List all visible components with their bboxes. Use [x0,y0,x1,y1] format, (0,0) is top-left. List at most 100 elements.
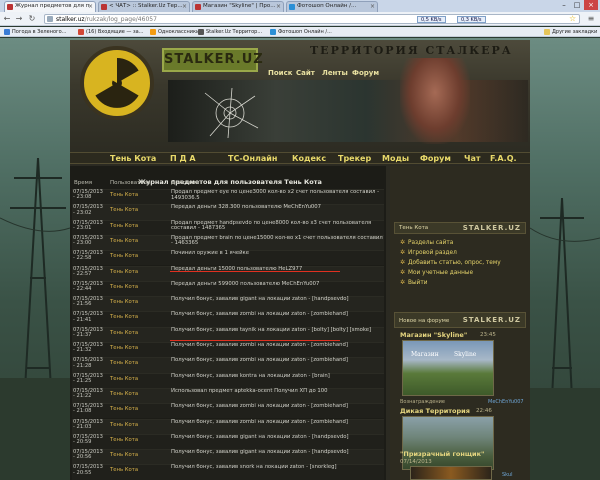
bookmark-inbox[interactable]: (16) Входящие — за... [78,28,143,36]
nav-profile[interactable]: Тень Кота [110,154,156,163]
table-row: 07/15/2013- 21:22 Тень Кота Использовал пр… [72,387,384,404]
row-user-link[interactable]: Тень Кота [110,269,138,275]
nav-mods[interactable]: Моды [382,154,409,163]
other-bookmarks[interactable]: Другие закладки [544,28,597,36]
minimize-window-icon[interactable]: – [558,0,570,10]
bookmark-photoshop[interactable]: Фотошоп Онлайн /... [270,28,332,36]
top-menu-feeds[interactable]: Ленты [322,69,348,77]
tab-title: Фотошоп Онлайн /... [297,3,357,9]
row-action: Получил бонус, завалив kontra на локации… [171,372,330,379]
row-user-link[interactable]: Тень Кота [110,437,138,443]
row-user-link[interactable]: Тень Кота [110,467,138,473]
sidebar-link-game[interactable]: ✲ Игровой раздел [400,249,457,256]
row-user-link[interactable]: Тень Кота [110,345,138,351]
topic-title[interactable]: Дикая Территория [400,407,470,415]
topic-title[interactable]: Магазин "Skyline" [400,331,467,339]
browser-tab-active[interactable]: Журнал предметов для п × [4,1,96,12]
maximize-window-icon[interactable]: □ [571,0,583,10]
nav-forum[interactable]: Форум [420,154,451,163]
row-time: - 21:03 [73,423,92,430]
row-action: Получил бонус, завалив taynik на локации… [171,326,372,333]
menu-wrench-icon[interactable]: ≡ [586,14,596,24]
user-box-title: Тень Кота [399,225,429,231]
row-user-link[interactable]: Тень Кота [110,406,138,412]
news-box-title: Новое на форуме [399,318,450,324]
nav-faq[interactable]: F.A.Q. [490,154,517,163]
row-user-link[interactable]: Тень Кота [110,314,138,320]
close-tab-icon[interactable]: × [88,2,93,11]
row-user-link[interactable]: Тень Кота [110,360,138,366]
close-tab-icon[interactable]: × [370,2,375,11]
browser-tab[interactable]: Магазин "Skyline" | Про... × [192,1,284,12]
row-timestamp: 07/15/2013- 22:44 [73,281,107,292]
column-header-action: Действие [171,180,199,186]
row-time: - 21:37 [73,331,92,338]
top-menu-forum[interactable]: Форум [352,69,379,77]
close-tab-icon[interactable]: × [182,2,187,11]
sidebar-link-add[interactable]: ✲ Добавить статью, опрос, тему [400,259,501,266]
browser-tab[interactable]: < ЧАТ> :: Stalker.Uz Тер... × [98,1,190,12]
row-user-link[interactable]: Тень Кота [110,452,138,458]
nav-tracker[interactable]: Трекер [338,154,371,163]
row-user-link[interactable]: Тень Кота [110,223,138,229]
row-user-link[interactable]: Тень Кота [110,391,138,397]
row-timestamp: 07/15/2013- 22:58 [73,250,107,261]
browser-tab[interactable]: Фотошоп Онлайн /... × [286,1,378,12]
row-user-link[interactable]: Тень Кота [110,238,138,244]
row-timestamp: 07/15/2013- 21:56 [73,296,107,307]
weather-icon [4,29,10,35]
row-user-link[interactable]: Тень Кота [110,253,138,259]
row-action: Передал деньги 328.300 пользователю MeCh… [171,204,322,211]
topic-image-skyline[interactable]: Магазин Skyline [402,340,494,396]
stalker-favicon-icon [198,29,204,35]
bookmark-star-icon[interactable]: ☆ [569,14,576,23]
site-favicon-icon [7,4,13,10]
row-user-link[interactable]: Тень Кота [110,376,138,382]
row-time: - 21:41 [73,316,92,323]
close-tab-icon[interactable]: × [276,2,281,11]
table-row: 07/15/2013- 22:44 Тень Кота Передал деньги… [72,280,384,297]
nav-chat[interactable]: Чат [464,154,481,163]
sidebar-link-logout[interactable]: ✲ Выйти [400,279,427,286]
address-bar[interactable]: stalker.uz/rukzak/log_page/46057 0,5 KB/… [44,14,580,24]
bookmark-stalker[interactable]: Stalker.Uz Территор... [198,28,262,36]
row-timestamp: 07/15/2013- 20:55 [73,465,107,476]
row-user-link[interactable]: Тень Кота [110,207,138,213]
row-user-link[interactable]: Тень Кота [110,299,138,305]
topic-image-ghost-rider[interactable] [410,466,492,480]
row-user-link[interactable]: Тень Кота [110,284,138,290]
row-time: - 23:02 [73,209,92,216]
main-content: Журнал предметов для пользователя Тень К… [70,166,386,480]
header-mutant-image [400,58,470,144]
topic-title[interactable]: "Призрачный гонщик" [400,450,484,458]
row-time: - 21:25 [73,377,92,384]
sidebar-link-sections[interactable]: ✲ Разделы сайта [400,239,453,246]
top-menu-site[interactable]: Сайт [296,69,315,77]
row-user-link[interactable]: Тень Кота [110,422,138,428]
row-user-link[interactable]: Тень Кота [110,330,138,336]
sidebar-link-account[interactable]: ✲ Мои учетные данные [400,269,473,276]
table-row: 07/15/2013- 22:58 Тень Кота Починил оружие… [72,250,384,266]
row-action: Продал предмет brain по цене15000 кол-во… [171,234,383,247]
row-action: Получил бонус, завалив gigant на локации… [171,449,349,456]
site-logo[interactable]: STALKER.UZ [162,48,263,72]
topic-byline: Вознаграждение [400,399,445,405]
nav-pda[interactable]: П Д А [170,154,196,163]
row-timestamp: 07/15/2013- 23:00 [73,235,107,246]
forward-arrow-icon[interactable]: → [14,14,24,24]
nav-ts-online[interactable]: ТС-Онлайн [228,154,277,163]
browser-toolbar: ← → ↻ stalker.uz/rukzak/log_page/46057 0… [0,12,600,26]
topic-author[interactable]: MeChEnYu007 [488,399,524,405]
back-arrow-icon[interactable]: ← [2,14,12,24]
bookmark-odnoklassniki[interactable]: Одноклассники [150,28,199,36]
table-row: 07/15/2013- 21:41 Тень Кота Получил бонус,… [72,311,384,327]
reload-icon[interactable]: ↻ [27,14,37,24]
row-user-link[interactable]: Тень Кота [110,192,138,198]
close-window-icon[interactable]: × [584,0,598,10]
nav-codex[interactable]: Кодекс [292,154,326,163]
row-action: Получил бонус, завалив snork на локации … [171,464,337,471]
top-menu-search[interactable]: Поиск [268,69,292,77]
bookmark-weather[interactable]: Погода в Зеленого... [4,28,67,36]
mail-icon [78,29,84,35]
row-action: Получил бонус, завалив zombi на локации … [171,418,348,425]
